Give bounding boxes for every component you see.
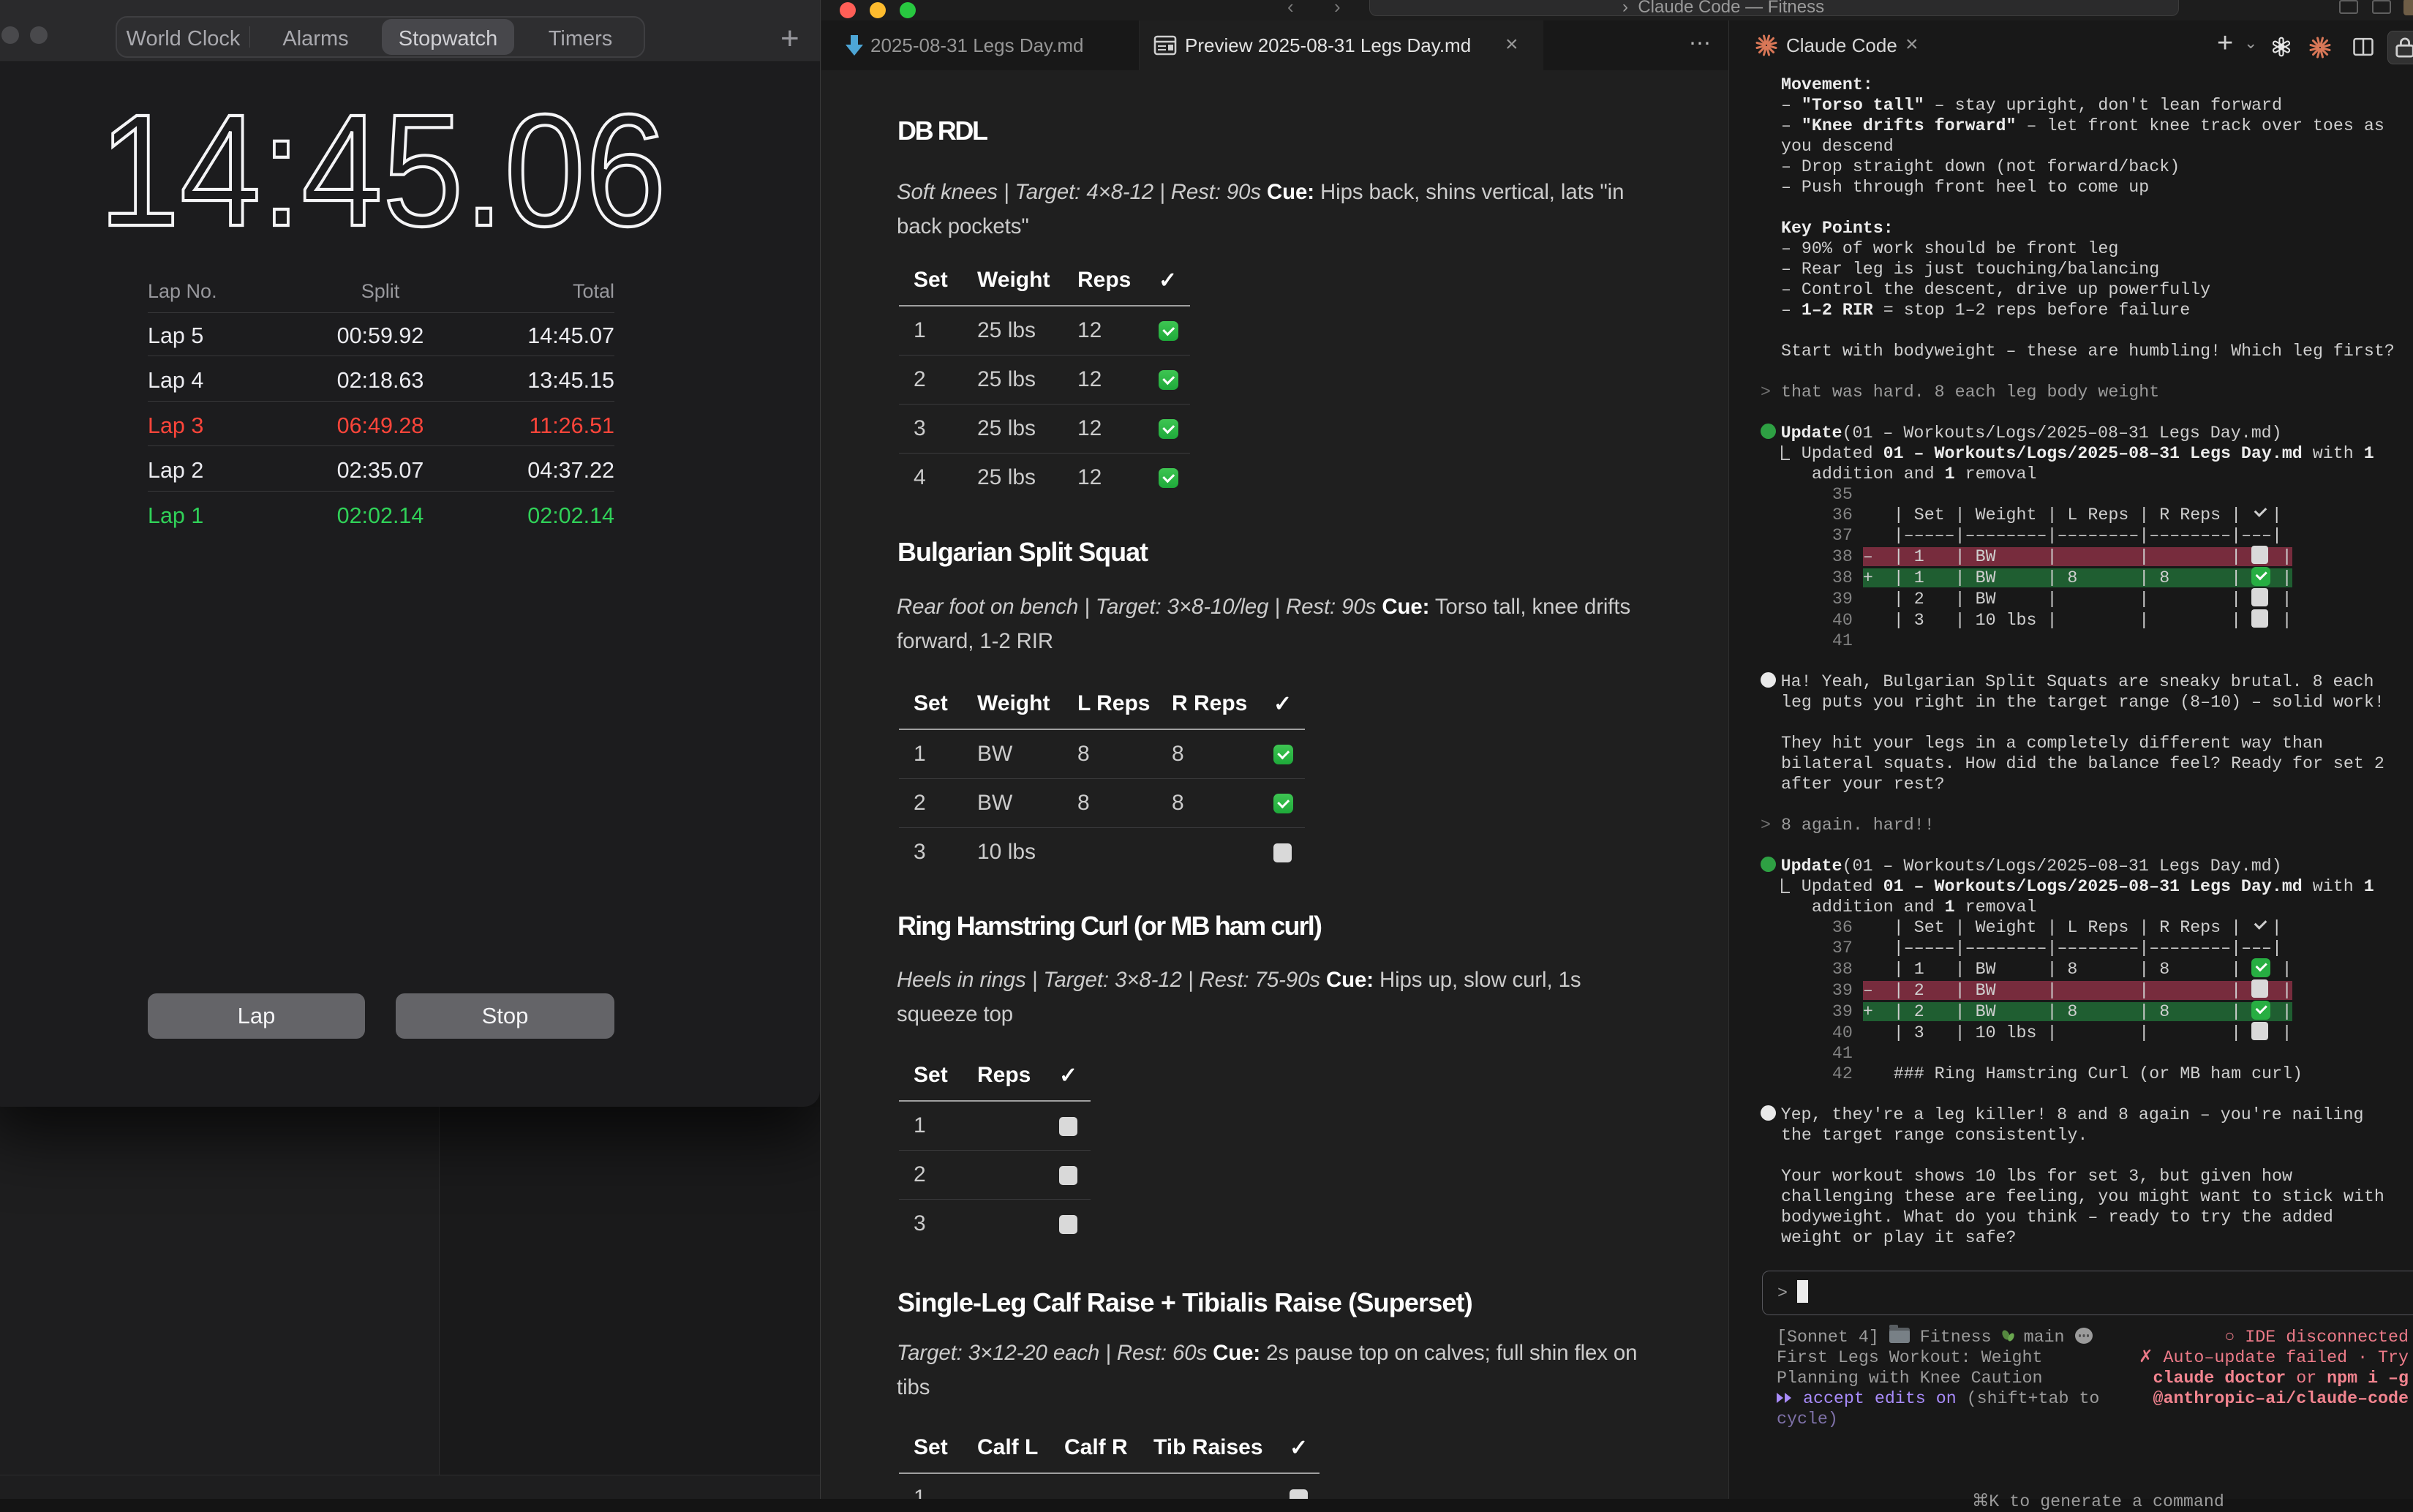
svg-text:14:45.06: 14:45.06 — [99, 82, 666, 260]
